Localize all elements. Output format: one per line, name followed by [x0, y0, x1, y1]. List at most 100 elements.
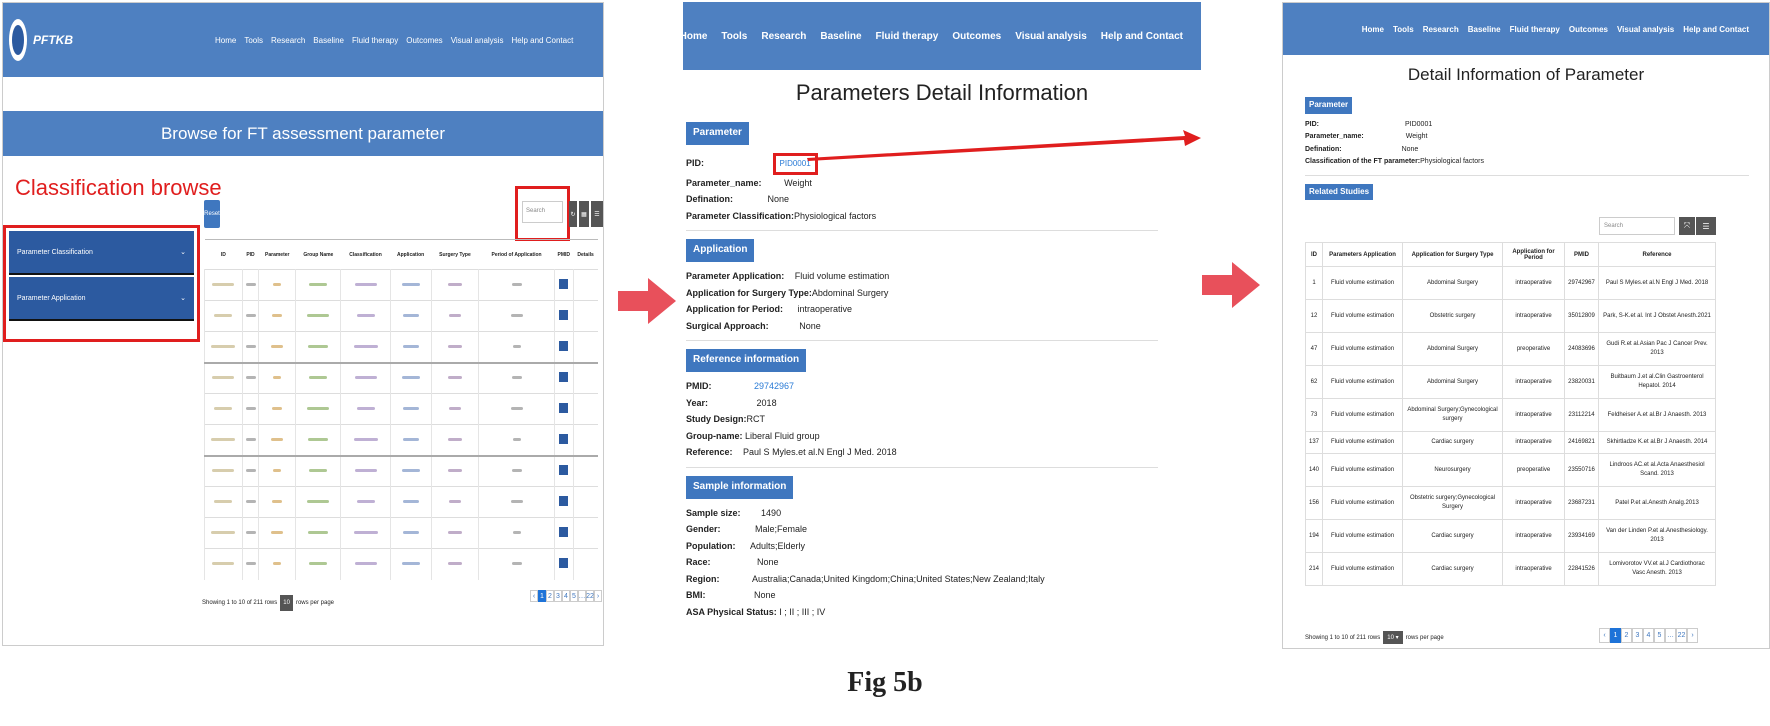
per-page-select[interactable]: 10 ▾ [1383, 631, 1403, 644]
col-header[interactable]: Application for Surgery Type [1402, 242, 1504, 267]
nav-outcomes[interactable]: Outcomes [1569, 25, 1608, 34]
table-cell[interactable]: detail [553, 393, 574, 425]
nav-help-contact[interactable]: Help and Contact [511, 36, 573, 45]
sidebar-item-parameter-application[interactable]: Parameter Application ⌄ [9, 277, 194, 321]
pmid-link[interactable]: 29742967 [754, 381, 794, 391]
table-row[interactable]: detail [204, 517, 598, 549]
col-header[interactable]: Classification [341, 240, 390, 270]
detail-button[interactable]: detail [559, 310, 569, 320]
detail-button[interactable]: detail [559, 279, 569, 289]
table-cell[interactable]: detail [553, 486, 574, 518]
table-row[interactable]: 214 Fluid volume estimation Cardiac surger… [1304, 552, 1716, 586]
export-icon[interactable]: ☰ [591, 201, 603, 227]
page-button[interactable]: 5 [1654, 628, 1665, 643]
table-row[interactable]: 140 Fluid volume estimation Neurosurgery pr… [1304, 453, 1716, 487]
col-header[interactable]: Group Name [296, 240, 341, 270]
detail-button[interactable]: detail [559, 558, 569, 569]
page-button[interactable]: 4 [1643, 628, 1654, 643]
page-button[interactable]: 3 [554, 590, 562, 602]
col-header[interactable]: Parameters Application [1322, 242, 1404, 267]
next-page-button[interactable]: › [594, 590, 602, 602]
table-row[interactable]: detail [204, 486, 598, 518]
page-button[interactable]: 1 [538, 590, 546, 602]
per-page-select[interactable]: 10 [280, 595, 293, 611]
table-cell[interactable]: detail [553, 424, 574, 456]
table-row[interactable]: detail [204, 424, 598, 456]
table-row[interactable]: 73 Fluid volume estimation Abdominal Surge… [1304, 398, 1716, 432]
nav-visual-analysis[interactable]: Visual analysis [1617, 25, 1674, 34]
table-cell[interactable]: detail [553, 517, 574, 549]
nav-outcomes[interactable]: Outcomes [406, 36, 442, 45]
columns-icon[interactable]: ▦ [579, 201, 589, 227]
nav-tools[interactable]: Tools [244, 36, 263, 45]
reset-button[interactable]: Reset [204, 200, 220, 228]
detail-button[interactable]: detail [559, 465, 569, 476]
collapse-icon[interactable]: ⤧ [1679, 217, 1695, 235]
nav-help-contact[interactable]: Help and Contact [1101, 31, 1183, 42]
nav-research[interactable]: Research [761, 31, 806, 42]
table-row[interactable]: detail [204, 455, 598, 487]
table-row[interactable]: 62 Fluid volume estimation Abdominal Surge… [1304, 365, 1716, 399]
col-header[interactable]: PMID [554, 240, 573, 270]
page-button[interactable]: 1 [1610, 628, 1621, 643]
sidebar-item-parameter-classification[interactable]: Parameter Classification ⌄ [9, 231, 194, 275]
nav-research[interactable]: Research [271, 36, 305, 45]
table-row[interactable]: detail [204, 331, 598, 363]
table-row[interactable]: 12 Fluid volume estimation Obstetric surge… [1304, 299, 1716, 333]
logo-text[interactable]: PFTKB [33, 33, 73, 47]
nav-tools[interactable]: Tools [1393, 25, 1414, 34]
nav-fluid-therapy[interactable]: Fluid therapy [1510, 25, 1560, 34]
table-row[interactable]: 1 Fluid volume estimation Abdominal Surger… [1304, 266, 1716, 300]
nav-baseline[interactable]: Baseline [313, 36, 344, 45]
page-button[interactable]: 2 [1621, 628, 1632, 643]
table-row[interactable]: 194 Fluid volume estimation Cardiac surger… [1304, 519, 1716, 553]
detail-button[interactable]: detail [559, 496, 569, 506]
page-button[interactable]: 4 [562, 590, 570, 602]
table-cell[interactable]: detail [553, 331, 574, 363]
col-header[interactable]: Details [573, 240, 598, 270]
table-row[interactable]: detail [204, 548, 598, 580]
table-row[interactable]: 137 Fluid volume estimation Cardiac surger… [1304, 431, 1716, 454]
page-button[interactable]: … [578, 590, 586, 602]
detail-button[interactable]: detail [559, 433, 569, 444]
nav-outcomes[interactable]: Outcomes [952, 31, 1001, 42]
nav-visual-analysis[interactable]: Visual analysis [1015, 31, 1087, 42]
nav-baseline[interactable]: Baseline [1468, 25, 1501, 34]
col-header[interactable]: ID [205, 240, 243, 270]
col-header[interactable]: Parameter [259, 240, 296, 270]
nav-fluid-therapy[interactable]: Fluid therapy [876, 31, 939, 42]
table-row[interactable]: detail [204, 269, 598, 301]
page-button[interactable]: 22 [1676, 628, 1687, 643]
page-button[interactable]: 3 [1632, 628, 1643, 643]
search-input[interactable]: Search [1599, 217, 1675, 235]
nav-help-contact[interactable]: Help and Contact [1683, 25, 1749, 34]
refresh-icon[interactable]: ↻ [569, 201, 577, 227]
page-button[interactable]: 5 [570, 590, 578, 602]
col-header[interactable]: PMID [1564, 242, 1600, 267]
nav-home[interactable]: Home [1362, 25, 1384, 34]
nav-home[interactable]: Home [683, 31, 707, 42]
col-header[interactable]: Surgery Type [431, 240, 479, 270]
table-row[interactable]: 47 Fluid volume estimation Abdominal Surge… [1304, 332, 1716, 366]
nav-research[interactable]: Research [1423, 25, 1459, 34]
table-cell[interactable]: detail [553, 455, 574, 487]
detail-button[interactable]: detail [559, 527, 569, 537]
detail-button[interactable]: detail [559, 403, 569, 413]
nav-tools[interactable]: Tools [721, 31, 747, 42]
table-cell[interactable]: detail [553, 362, 574, 394]
prev-page-button[interactable]: ‹ [1599, 628, 1610, 643]
detail-button[interactable]: detail [559, 340, 569, 351]
nav-visual-analysis[interactable]: Visual analysis [451, 36, 504, 45]
nav-home[interactable]: Home [215, 36, 236, 45]
list-icon[interactable]: ☰ [1696, 217, 1716, 235]
nav-baseline[interactable]: Baseline [820, 31, 861, 42]
table-row[interactable]: detail [204, 300, 598, 332]
search-input[interactable]: Search [522, 201, 563, 223]
col-header[interactable]: Period of Application [479, 240, 555, 270]
table-cell[interactable]: detail [553, 269, 574, 301]
page-button[interactable]: 22 [586, 590, 594, 602]
page-button[interactable]: 2 [546, 590, 554, 602]
col-header[interactable]: ID [1304, 242, 1324, 267]
col-header[interactable]: PID [242, 240, 259, 270]
table-row[interactable]: 156 Fluid volume estimation Obstetric surg… [1304, 486, 1716, 520]
